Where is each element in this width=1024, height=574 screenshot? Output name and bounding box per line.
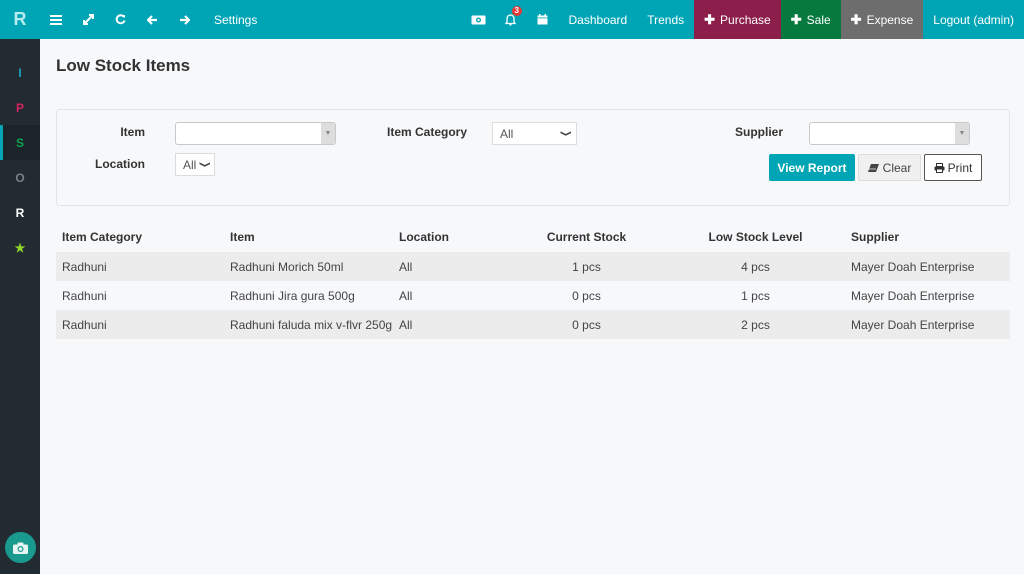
sale-button[interactable]: ✚ Sale <box>780 0 841 39</box>
camera-icon <box>13 542 28 554</box>
plus-icon: ✚ <box>790 11 802 27</box>
location-label: Location <box>95 157 145 171</box>
sidebar-item-others[interactable]: O <box>0 160 40 195</box>
table-row: Radhuni Radhuni Jira gura 500g All 0 pcs… <box>56 281 1010 310</box>
table-header: Item Category Item Location Current Stoc… <box>56 222 1010 252</box>
expense-label: Expense <box>866 12 914 27</box>
camera-button[interactable] <box>5 532 36 563</box>
logout-link[interactable]: Logout (admin) <box>923 0 1024 39</box>
calendar-icon[interactable] <box>527 0 559 39</box>
chevron-down-icon: ❯ <box>560 130 573 137</box>
eraser-icon <box>867 163 879 172</box>
low-stock-table: Item Category Item Location Current Stoc… <box>56 222 1010 339</box>
dashboard-link[interactable]: Dashboard <box>559 0 638 39</box>
column-header-item[interactable]: Item <box>224 230 393 244</box>
expand-icon[interactable] <box>72 0 104 39</box>
item-category-label: Item Category <box>387 125 468 139</box>
purchase-button[interactable]: ✚ Purchase <box>694 0 781 39</box>
cell-current-stock: 0 pcs <box>572 317 601 332</box>
plus-icon: ✚ <box>704 11 716 27</box>
chevron-down-icon: ❯ <box>199 161 212 168</box>
column-header-location[interactable]: Location <box>393 230 505 244</box>
view-report-button[interactable]: View Report <box>769 154 855 181</box>
clear-button[interactable]: Clear <box>858 154 921 181</box>
location-select-value: All <box>183 157 197 172</box>
column-header-item-category[interactable]: Item Category <box>56 230 224 244</box>
top-navbar: R Settings 3 Dashboard Trends ✚ Purchase <box>0 0 1024 39</box>
dropdown-arrow-icon: ▼ <box>321 123 335 144</box>
sidebar-item-sales[interactable]: S <box>0 125 40 160</box>
column-header-current-stock[interactable]: Current Stock <box>505 230 668 244</box>
cell-supplier: Mayer Doah Enterprise <box>851 317 975 332</box>
print-label: Print <box>947 160 973 175</box>
item-category-select[interactable]: All ❯ <box>492 122 577 145</box>
main-content: Low Stock Items Item ▼ Location All ❯ It… <box>40 39 1024 574</box>
cell-location: All <box>399 259 413 274</box>
sidebar-item-purchase[interactable]: P <box>0 90 40 125</box>
sale-label: Sale <box>806 12 831 27</box>
cell-current-stock: 1 pcs <box>572 259 601 274</box>
plus-icon: ✚ <box>850 11 862 27</box>
cell-item-category: Radhuni <box>62 317 107 332</box>
column-header-low-stock-level[interactable]: Low Stock Level <box>668 230 843 244</box>
trends-link[interactable]: Trends <box>637 0 694 39</box>
cell-item: Radhuni faluda mix v-flvr 250g <box>230 317 393 332</box>
dropdown-arrow-icon: ▼ <box>955 123 969 144</box>
sidebar-item-reports[interactable]: R <box>0 195 40 230</box>
expense-button[interactable]: ✚ Expense <box>840 0 924 39</box>
star-icon: ★ <box>14 240 26 255</box>
location-select[interactable]: All ❯ <box>175 153 215 176</box>
app-logo[interactable]: R <box>0 0 40 39</box>
supplier-label: Supplier <box>735 125 784 139</box>
cell-item: Radhuni Morich 50ml <box>230 259 344 274</box>
item-category-select-value: All <box>500 126 514 141</box>
table-row: Radhuni Radhuni Morich 50ml All 1 pcs 4 … <box>56 252 1010 281</box>
sidebar-item-favorites[interactable]: ★ <box>0 230 40 265</box>
clear-label: Clear <box>882 160 912 175</box>
notifications-button[interactable]: 3 <box>495 0 527 39</box>
refresh-icon[interactable] <box>104 0 136 39</box>
purchase-label: Purchase <box>720 12 771 27</box>
cell-item: Radhuni Jira gura 500g <box>230 288 355 303</box>
notification-badge: 3 <box>511 6 522 16</box>
print-button[interactable]: Print <box>924 154 982 181</box>
cell-item-category: Radhuni <box>62 259 107 274</box>
cell-supplier: Mayer Doah Enterprise <box>851 259 975 274</box>
cash-icon[interactable] <box>463 0 495 39</box>
cell-location: All <box>399 288 413 303</box>
cell-location: All <box>399 317 413 332</box>
table-row: Radhuni Radhuni faluda mix v-flvr 250g A… <box>56 310 1010 339</box>
item-select[interactable]: ▼ <box>175 122 336 145</box>
menu-icon[interactable] <box>40 0 72 39</box>
settings-link[interactable]: Settings <box>200 0 267 39</box>
cell-low-stock-level: 1 pcs <box>741 288 770 303</box>
cell-current-stock: 0 pcs <box>572 288 601 303</box>
sidebar-item-inventory[interactable]: I <box>0 55 40 90</box>
arrow-left-icon[interactable] <box>136 0 168 39</box>
cell-low-stock-level: 4 pcs <box>741 259 770 274</box>
page-title: Low Stock Items <box>56 56 191 75</box>
cell-supplier: Mayer Doah Enterprise <box>851 288 975 303</box>
arrow-right-icon[interactable] <box>168 0 200 39</box>
cell-low-stock-level: 2 pcs <box>741 317 770 332</box>
cell-item-category: Radhuni <box>62 288 107 303</box>
column-header-supplier[interactable]: Supplier <box>843 230 1010 244</box>
print-icon <box>934 162 945 173</box>
filter-panel: Item ▼ Location All ❯ Item Category All … <box>56 109 1010 206</box>
sidebar: I P S O R ★ <box>0 39 40 574</box>
supplier-select[interactable]: ▼ <box>809 122 970 145</box>
item-label: Item <box>120 125 145 139</box>
